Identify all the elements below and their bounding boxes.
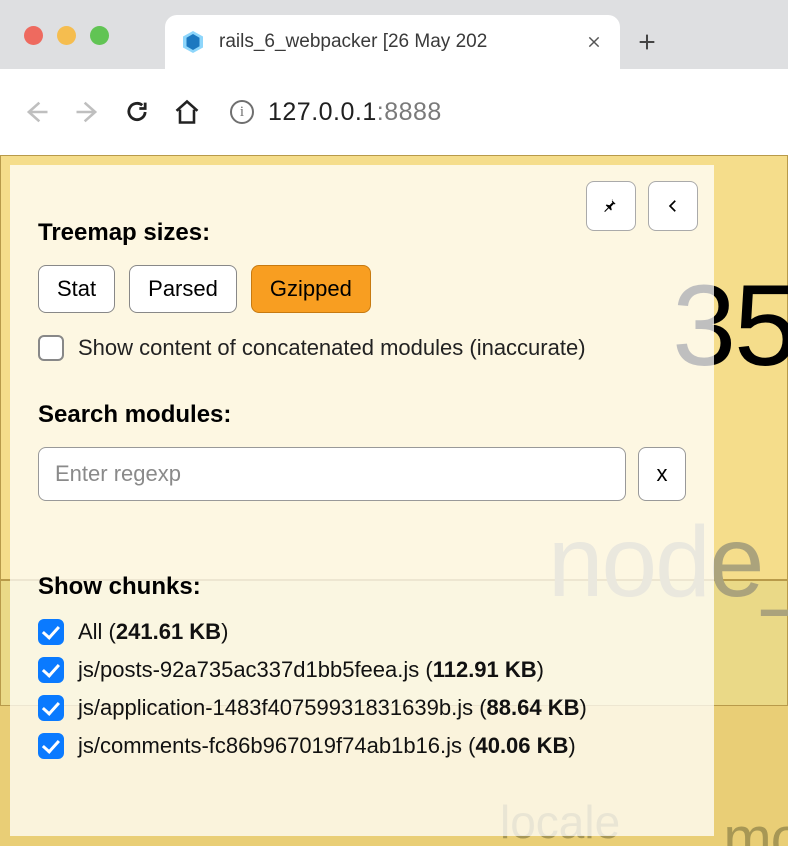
reload-button[interactable]: [120, 95, 154, 129]
browser-chrome: rails_6_webpacker [26 May 202 i 127.0.0.…: [0, 0, 788, 155]
show-concat-checkbox[interactable]: [38, 335, 64, 361]
size-gzipped-button[interactable]: Gzipped: [251, 265, 371, 313]
forward-button[interactable]: [70, 95, 104, 129]
tab-title: rails_6_webpacker [26 May 202: [219, 31, 570, 53]
show-chunks-title: Show chunks:: [38, 573, 686, 601]
show-concat-label: Show content of concatenated modules (in…: [78, 335, 586, 361]
size-stat-button[interactable]: Stat: [38, 265, 115, 313]
webpack-icon: [181, 30, 205, 54]
close-window-button[interactable]: [24, 26, 43, 45]
chunk-label[interactable]: js/posts-92a735ac337d1bb5feea.js (112.91…: [78, 657, 544, 683]
collapse-button[interactable]: [648, 181, 698, 231]
search-modules-title: Search modules:: [38, 401, 686, 429]
sidebar-panel: Treemap sizes: Stat Parsed Gzipped Show …: [10, 165, 714, 836]
pin-button[interactable]: [586, 181, 636, 231]
close-tab-button[interactable]: [584, 32, 604, 52]
size-parsed-button[interactable]: Parsed: [129, 265, 237, 313]
show-concat-row: Show content of concatenated modules (in…: [38, 335, 686, 361]
minimize-window-button[interactable]: [57, 26, 76, 45]
clear-search-button[interactable]: x: [638, 447, 686, 501]
chunk-row: js/comments-fc86b967019f74ab1b16.js (40.…: [38, 733, 686, 759]
chunk-row: All (241.61 KB): [38, 619, 686, 645]
chunk-row: js/application-1483f40759931831639b.js (…: [38, 695, 686, 721]
url-text: 127.0.0.1:8888: [268, 98, 442, 127]
chunk-checkbox[interactable]: [38, 657, 64, 683]
new-tab-button[interactable]: [620, 15, 674, 69]
site-info-icon[interactable]: i: [230, 100, 254, 124]
chunk-label[interactable]: js/comments-fc86b967019f74ab1b16.js (40.…: [78, 733, 576, 759]
browser-tab[interactable]: rails_6_webpacker [26 May 202: [165, 15, 620, 69]
search-input[interactable]: [38, 447, 626, 501]
chunk-row: js/posts-92a735ac337d1bb5feea.js (112.91…: [38, 657, 686, 683]
address-bar[interactable]: i 127.0.0.1:8888: [230, 98, 442, 127]
back-button[interactable]: [20, 95, 54, 129]
chunk-list: All (241.61 KB) js/posts-92a735ac337d1bb5…: [38, 619, 686, 759]
chunk-checkbox[interactable]: [38, 619, 64, 645]
browser-toolbar: i 127.0.0.1:8888: [0, 69, 788, 155]
window-controls: [0, 26, 109, 69]
chunk-checkbox[interactable]: [38, 733, 64, 759]
treemap-label: mo: [723, 805, 788, 846]
tab-bar: rails_6_webpacker [26 May 202: [0, 0, 788, 69]
chunk-checkbox[interactable]: [38, 695, 64, 721]
home-button[interactable]: [170, 95, 204, 129]
chunk-label[interactable]: All (241.61 KB): [78, 619, 228, 645]
maximize-window-button[interactable]: [90, 26, 109, 45]
chunk-label[interactable]: js/application-1483f40759931831639b.js (…: [78, 695, 587, 721]
size-buttons: Stat Parsed Gzipped: [38, 265, 686, 313]
page-content: 35 node_ mo locale Treemap sizes: Stat P…: [0, 155, 788, 846]
